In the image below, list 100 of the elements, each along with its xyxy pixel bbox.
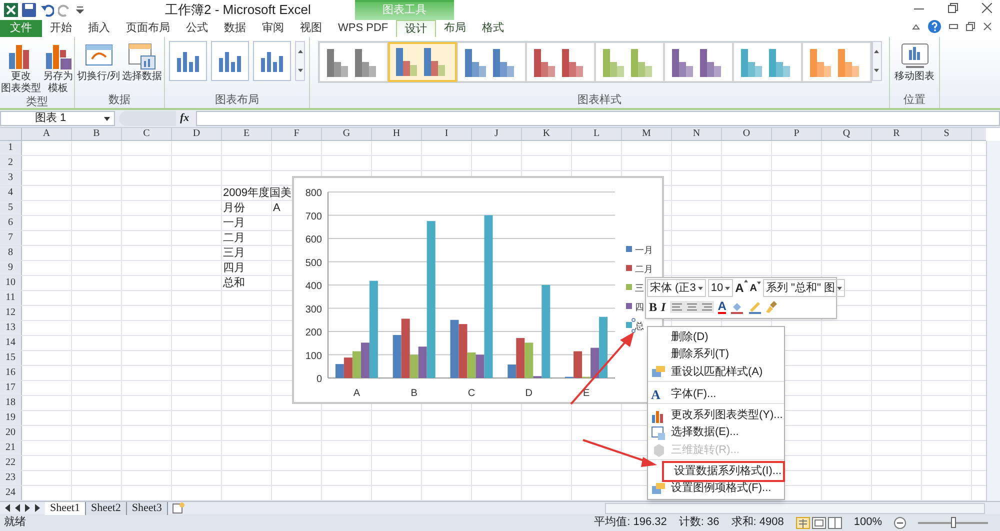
row-header[interactable]: 20 <box>0 426 22 440</box>
menu-item[interactable]: 选择数据(E)... <box>648 424 784 441</box>
row-header[interactable]: 7 <box>0 231 22 245</box>
font-dropdown[interactable]: 宋体 (正3 <box>647 278 706 298</box>
ribbon-tab[interactable]: 设计 <box>396 20 436 37</box>
ribbon-tab[interactable]: 视图 <box>292 20 330 37</box>
ribbon-tab[interactable]: 插入 <box>80 20 118 37</box>
restore-icon[interactable] <box>948 3 958 13</box>
row-header[interactable]: 22 <box>0 456 22 470</box>
name-box[interactable]: 图表 1 <box>0 111 115 126</box>
chart-style-thumbnail[interactable] <box>732 42 802 82</box>
chart-style-thumbnail[interactable] <box>594 42 664 82</box>
italic-button[interactable]: I <box>661 298 666 316</box>
close-icon[interactable] <box>982 3 992 13</box>
font-color-button[interactable]: A <box>718 300 726 314</box>
ribbon-tab[interactable]: 页面布局 <box>118 20 178 37</box>
grow-font-button[interactable]: A <box>735 279 748 297</box>
row-header[interactable]: 2 <box>0 156 22 170</box>
ribbon-button[interactable]: 更改 图表类型 <box>1 41 41 95</box>
legend-label[interactable]: 二月 <box>635 264 653 274</box>
chart-style-thumbnail[interactable] <box>802 42 870 82</box>
row-header[interactable]: 12 <box>0 306 22 320</box>
close-icon[interactable] <box>983 22 992 31</box>
row-header[interactable]: 21 <box>0 441 22 455</box>
collapse-ribbon-icon[interactable] <box>912 22 920 30</box>
menu-item[interactable]: 设置数据系列格式(I)... <box>664 463 783 480</box>
sheet-tab[interactable]: Sheet2 <box>86 502 127 514</box>
shrink-icon[interactable] <box>757 280 761 284</box>
ribbon-button[interactable]: 移动图表 <box>894 41 934 83</box>
column-header[interactable]: L <box>572 128 622 140</box>
legend-label[interactable]: 四 <box>635 302 644 312</box>
page-layout-icon[interactable] <box>812 516 826 528</box>
save-icon[interactable] <box>22 3 36 17</box>
row-header[interactable]: 13 <box>0 321 22 335</box>
row-header[interactable]: 24 <box>0 486 22 500</box>
row-header[interactable]: 19 <box>0 411 22 425</box>
legend-label[interactable]: 三 <box>635 283 644 293</box>
bold-button[interactable]: B <box>649 298 658 316</box>
row-header[interactable]: 23 <box>0 471 22 485</box>
row-header[interactable]: 15 <box>0 351 22 365</box>
menu-item[interactable]: 重设以匹配样式(A) <box>648 363 784 382</box>
column-header[interactable]: M <box>622 128 672 140</box>
column-header[interactable]: Q <box>822 128 872 140</box>
chart-layout-thumbnail[interactable] <box>211 41 249 81</box>
legend-label[interactable]: 总 <box>632 318 644 333</box>
column-header[interactable]: O <box>722 128 772 140</box>
row-header[interactable]: 6 <box>0 216 22 230</box>
ribbon-tab[interactable]: 布局 <box>436 20 474 37</box>
row-header[interactable]: 9 <box>0 261 22 275</box>
chart-style-thumbnail[interactable] <box>456 42 526 82</box>
row-header[interactable]: 1 <box>0 141 22 155</box>
chart-layout-thumbnail[interactable] <box>253 41 291 81</box>
menu-item[interactable]: A 字体(F)... <box>648 385 784 404</box>
column-header[interactable]: R <box>872 128 922 140</box>
column-header[interactable]: C <box>122 128 172 140</box>
fill-color-icon[interactable] <box>730 300 744 314</box>
column-header[interactable]: K <box>522 128 572 140</box>
ribbon-button[interactable]: 另存为 模板 <box>43 41 73 95</box>
sheet-tab[interactable]: Sheet3 <box>126 502 168 514</box>
column-header[interactable]: F <box>272 128 322 140</box>
row-header[interactable]: 4 <box>0 186 22 200</box>
outline-color-icon[interactable] <box>748 300 762 314</box>
ribbon-tab[interactable]: 开始 <box>42 20 80 37</box>
formula-input[interactable] <box>196 111 1000 126</box>
column-header[interactable]: S <box>922 128 972 140</box>
column-header[interactable]: P <box>772 128 822 140</box>
chart-layout-thumbnail[interactable] <box>169 41 207 81</box>
row-header[interactable]: 17 <box>0 381 22 395</box>
ribbon-tab[interactable]: 审阅 <box>254 20 292 37</box>
column-header[interactable]: B <box>72 128 122 140</box>
ribbon-tab[interactable]: 文件 <box>0 20 42 37</box>
align-icon[interactable] <box>670 301 714 313</box>
normal-view-icon[interactable] <box>796 516 810 528</box>
grow-icon[interactable] <box>744 279 748 283</box>
row-header[interactable]: 8 <box>0 246 22 260</box>
chart-style-thumbnail[interactable] <box>318 42 388 82</box>
row-header[interactable]: 5 <box>0 201 22 215</box>
ribbon-tab[interactable]: WPS PDF <box>330 20 396 37</box>
brush-icon[interactable] <box>766 300 778 314</box>
shrink-font-button[interactable]: A <box>750 280 761 296</box>
column-header[interactable]: E <box>222 128 272 140</box>
row-header[interactable]: 3 <box>0 171 22 185</box>
dropdown-caret-icon[interactable] <box>725 286 730 290</box>
page-break-icon[interactable] <box>828 516 842 528</box>
dropdown-caret-icon[interactable] <box>836 286 842 290</box>
chart-style-thumbnail[interactable] <box>388 42 456 82</box>
gallery-scrollbar[interactable] <box>295 41 305 81</box>
function-label[interactable]: fx <box>180 110 192 127</box>
ribbon-tab[interactable]: 数据 <box>216 20 254 37</box>
scroll-down-icon[interactable] <box>298 68 302 73</box>
dropdown-caret-icon[interactable] <box>698 286 703 290</box>
element-dropdown[interactable]: 系列 "总和" 图 <box>763 278 845 298</box>
new-sheet-icon[interactable] <box>172 502 186 514</box>
row-header[interactable]: 14 <box>0 336 22 350</box>
column-header[interactable]: I <box>422 128 472 140</box>
column-header[interactable]: A <box>22 128 72 140</box>
column-header[interactable]: N <box>672 128 722 140</box>
scroll-down-icon[interactable] <box>874 68 879 73</box>
size-dropdown[interactable]: 10 <box>708 278 734 298</box>
help-icon[interactable] <box>928 20 941 33</box>
